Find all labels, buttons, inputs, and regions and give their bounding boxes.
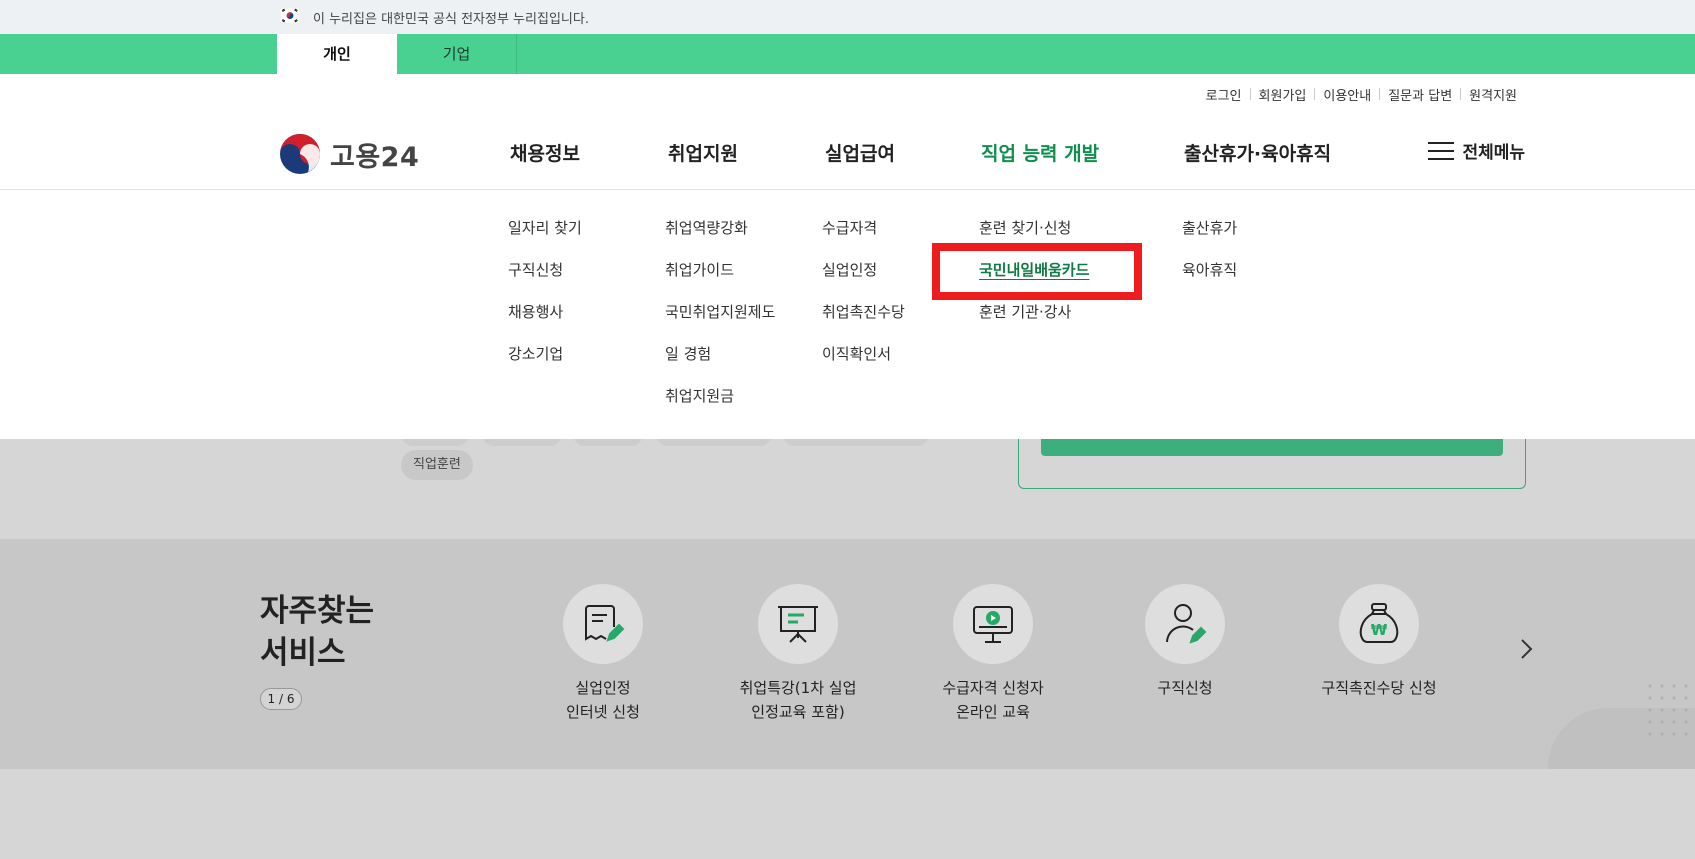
submenu-parental-leave[interactable]: 육아휴직: [1182, 259, 1237, 280]
all-menu-label: 전체메뉴: [1462, 143, 1525, 163]
service-item[interactable]: 수급자격 신청자 온라인 교육: [893, 584, 1093, 724]
title-line: 서비스: [260, 635, 346, 671]
submenu-separation-confirm[interactable]: 이직확인서: [822, 343, 891, 364]
header-divider: [0, 189, 1695, 190]
submenu-job-application[interactable]: 구직신청: [508, 259, 563, 280]
service-label: 취업특강(1차 실업 인정교육 포함): [739, 679, 857, 721]
utility-menu: 로그인 회원가입 이용안내 질문과 답변 원격지원: [1198, 85, 1525, 104]
submenu-national-support[interactable]: 국민취업지원제도: [665, 301, 775, 322]
site-logo[interactable]: 고용24: [278, 132, 419, 176]
service-icon-circle: ₩: [1339, 584, 1419, 664]
submenu-work-experience[interactable]: 일 경험: [665, 343, 711, 364]
all-menu-button[interactable]: 전체메뉴: [1428, 138, 1525, 163]
monitor-play-icon: [973, 606, 1013, 643]
gnb-unemployment-benefits[interactable]: 실업급여: [825, 139, 895, 166]
util-guide-link[interactable]: 이용안내: [1315, 85, 1379, 104]
keyword-chip[interactable]: 직업훈련: [401, 450, 473, 480]
gnb-employment-support[interactable]: 취업지원: [668, 139, 738, 166]
submenu-eligibility[interactable]: 수급자격: [822, 217, 877, 238]
submenu-training-institution[interactable]: 훈련 기관·강사: [979, 301, 1071, 322]
submenu-subsidy[interactable]: 취업지원금: [665, 385, 734, 406]
util-remote-support-link[interactable]: 원격지원: [1461, 85, 1525, 104]
taegeuk-logo-icon: [280, 134, 320, 174]
service-icon-circle: [758, 584, 838, 664]
service-icon-circle: [1145, 584, 1225, 664]
next-section: [0, 769, 1695, 859]
frequent-services-title: 자주찾는 서비스: [260, 590, 374, 674]
svg-text:₩: ₩: [1371, 621, 1388, 639]
service-item[interactable]: 취업특강(1차 실업 인정교육 포함): [698, 584, 898, 724]
submenu-guide[interactable]: 취업가이드: [665, 259, 734, 280]
highlight-box: [932, 243, 1142, 300]
submenu-job-fair[interactable]: 채용행사: [508, 301, 563, 322]
service-item[interactable]: ₩ 구직촉진수당 신청: [1279, 584, 1479, 700]
submenu-training-search[interactable]: 훈련 찾기·신청: [979, 217, 1071, 238]
gov-banner-text: 이 누리집은 대한민국 공식 전자정부 누리집입니다.: [313, 12, 589, 27]
submenu-promotion-allowance[interactable]: 취업촉진수당: [822, 301, 905, 322]
title-line: 자주찾는: [260, 593, 375, 629]
submenu-small-giant[interactable]: 강소기업: [508, 343, 563, 364]
submenu-job-search[interactable]: 일자리 찾기: [508, 217, 582, 238]
korea-flag-icon: [280, 8, 300, 23]
logo-text: 고용24: [330, 141, 420, 173]
service-label: 구직신청: [1157, 679, 1213, 697]
carousel-pager: 1 / 6: [260, 688, 302, 710]
service-label: 구직촉진수당 신청: [1321, 679, 1437, 697]
presentation-icon: [778, 606, 818, 643]
audience-tab-bar: 개인 기업: [0, 34, 1695, 74]
chevron-right-icon[interactable]: [1516, 637, 1536, 661]
gov-banner: 이 누리집은 대한민국 공식 전자정부 누리집입니다.: [0, 0, 1695, 34]
decorative-dots: [1644, 680, 1695, 744]
document-edit-icon: [585, 605, 625, 642]
gnb-vocational-training[interactable]: 직업 능력 개발: [981, 139, 1099, 166]
tab-personal[interactable]: 개인: [277, 34, 397, 74]
money-bag-icon: ₩: [1359, 603, 1399, 643]
service-label: 실업인정 인터넷 신청: [566, 679, 640, 721]
submenu-maternity-leave[interactable]: 출산휴가: [1182, 217, 1237, 238]
gnb-job-info[interactable]: 채용정보: [510, 139, 580, 166]
hamburger-icon: [1428, 141, 1455, 161]
service-item[interactable]: 실업인정 인터넷 신청: [503, 584, 703, 724]
gnb-maternity-parental-leave[interactable]: 출산휴가·육아휴직: [1184, 139, 1331, 166]
util-qna-link[interactable]: 질문과 답변: [1380, 85, 1460, 104]
submenu-recognition[interactable]: 실업인정: [822, 259, 877, 280]
service-item[interactable]: 구직신청: [1085, 584, 1285, 700]
service-icon-circle: [563, 584, 643, 664]
user-edit-icon: [1166, 604, 1207, 644]
util-login-link[interactable]: 로그인: [1198, 85, 1250, 104]
service-icon-circle: [953, 584, 1033, 664]
tab-business[interactable]: 기업: [397, 34, 517, 74]
header-mega-menu: [0, 74, 1695, 439]
service-label: 수급자격 신청자 온라인 교육: [942, 679, 1044, 721]
submenu-capacity[interactable]: 취업역량강화: [665, 217, 748, 238]
util-signup-link[interactable]: 회원가입: [1251, 85, 1315, 104]
